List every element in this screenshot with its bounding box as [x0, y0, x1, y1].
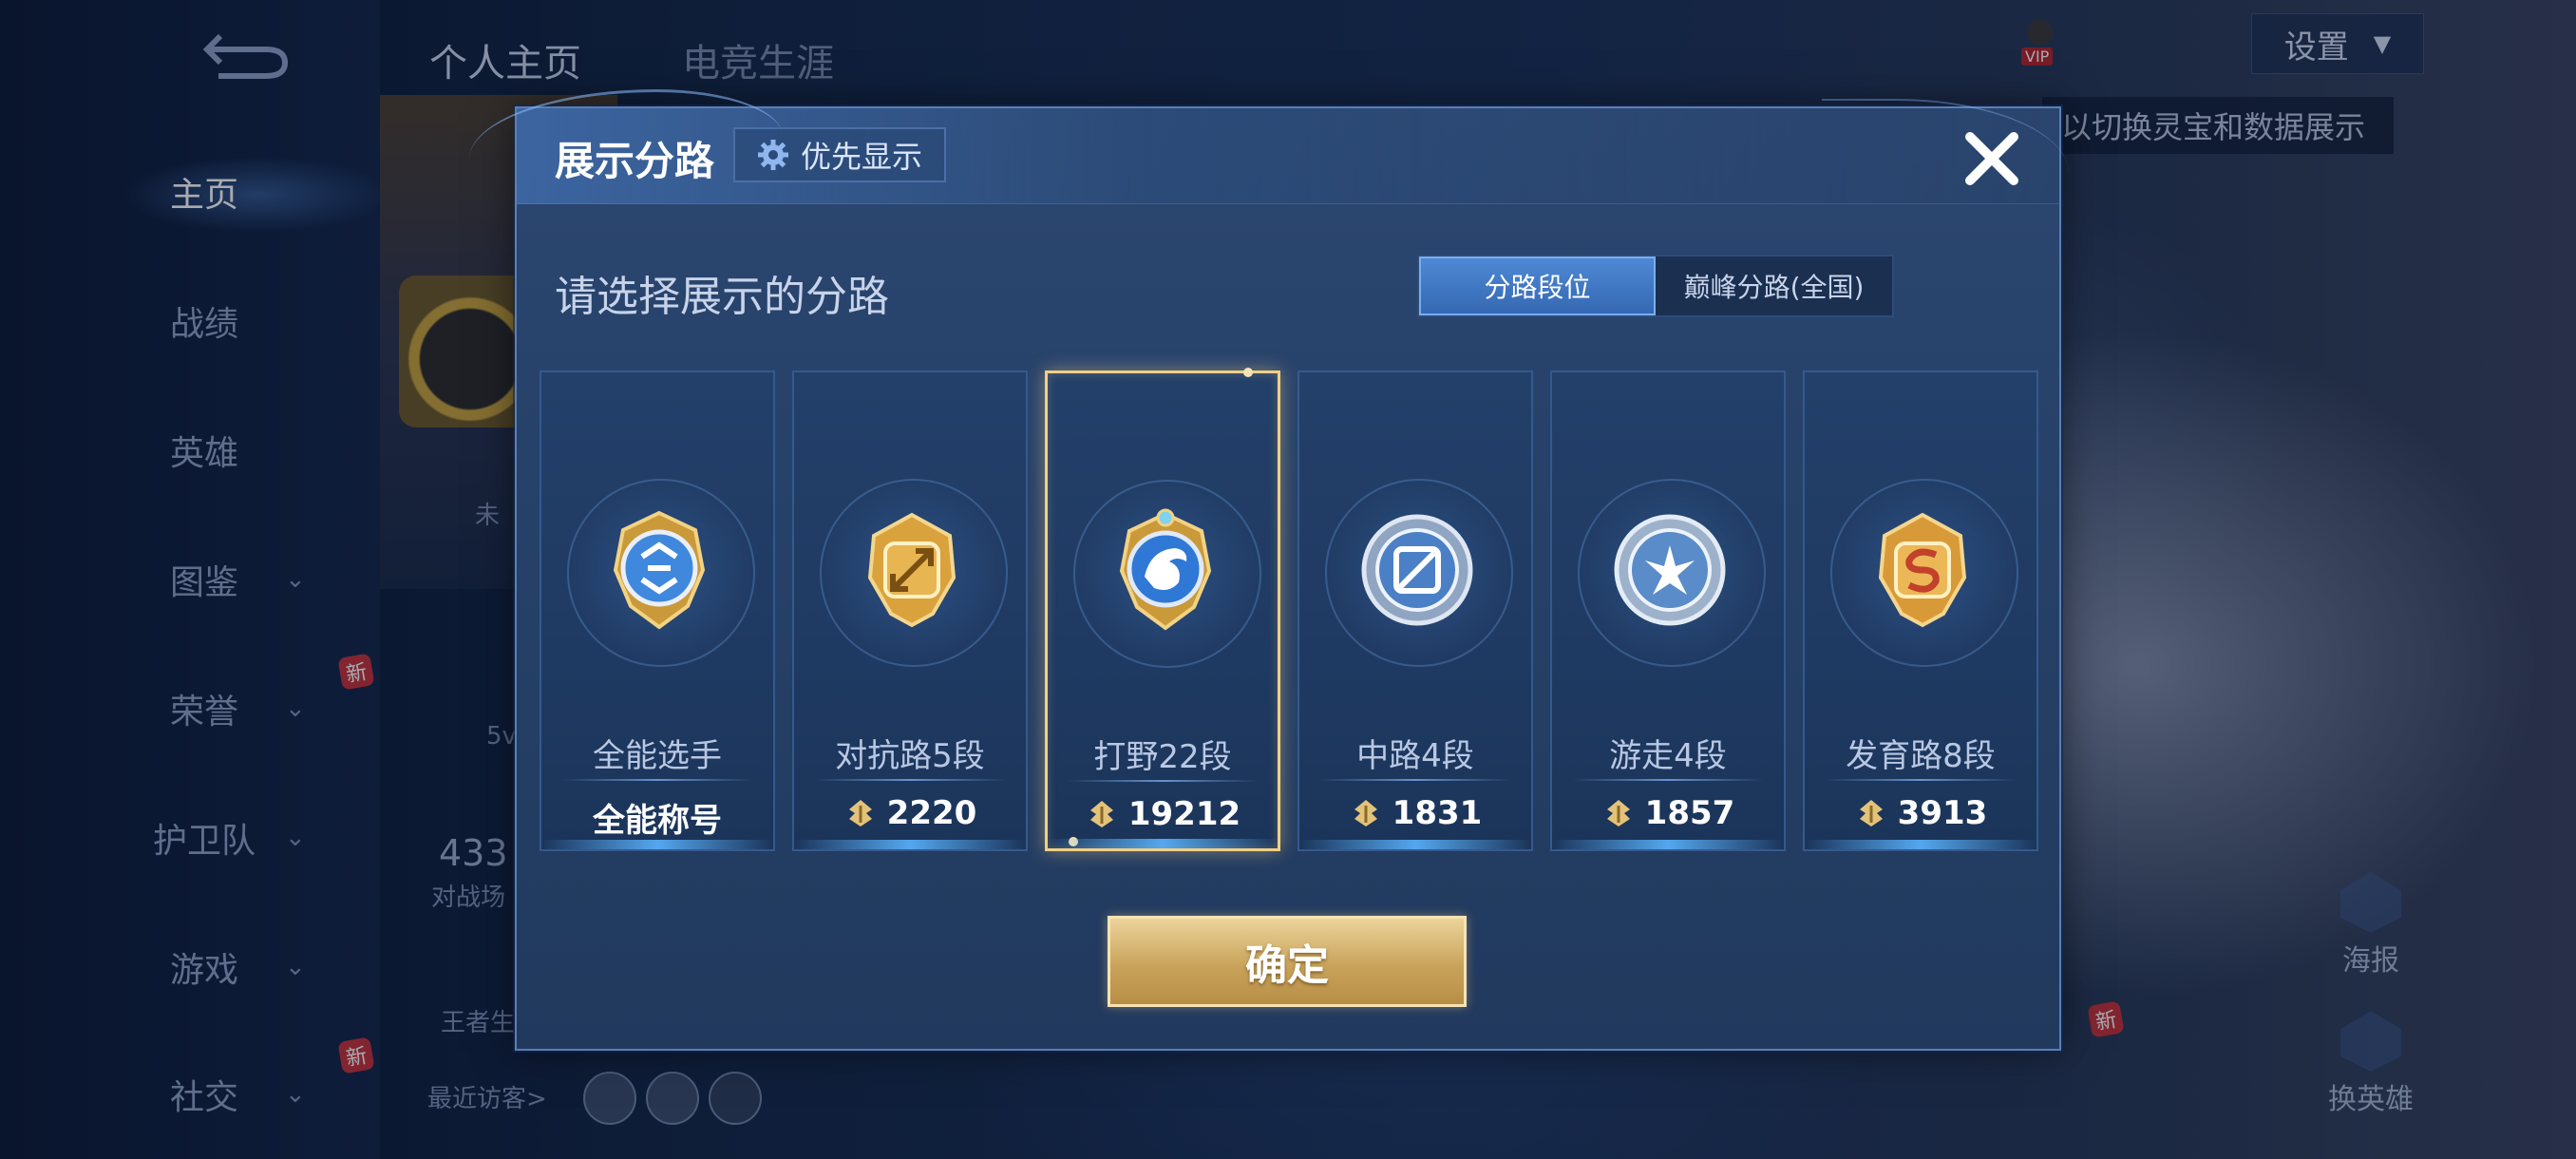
- lane-score: 3913: [1805, 794, 2036, 832]
- card-bottom-glow: [1048, 839, 1278, 848]
- farm-lane-emblem-icon: [1878, 512, 1967, 628]
- lane-score-value: 1831: [1392, 794, 1483, 832]
- lane-score-value: 19212: [1127, 795, 1241, 833]
- confirm-button[interactable]: 确定: [1108, 916, 1467, 1007]
- lane-name: 游走4段: [1609, 737, 1727, 775]
- toggle-lane-rank[interactable]: 分路段位: [1419, 256, 1656, 315]
- clash-lane-emblem-icon: [867, 512, 957, 628]
- card-divider: [1318, 779, 1512, 781]
- lane-score: 2220: [794, 794, 1026, 832]
- lane-title-value: 全能称号: [593, 802, 722, 840]
- lane-cards: 全能选手 全能称号 对抗路5段 2220 打野22段 19212 中路4段 18…: [540, 368, 2040, 851]
- lane-card-allround[interactable]: 全能选手 全能称号: [540, 370, 775, 851]
- lane-name: 对抗路5段: [835, 737, 985, 775]
- lane-name: 中路4段: [1356, 737, 1474, 775]
- lane-card-roam[interactable]: 游走4段 1857: [1550, 370, 1786, 851]
- lane-name: 发育路8段: [1846, 737, 1996, 775]
- mid-lane-emblem-icon: [1361, 514, 1473, 626]
- priority-display-button[interactable]: 优先显示: [733, 127, 946, 182]
- lane-score: 19212: [1048, 795, 1278, 833]
- close-button[interactable]: [1959, 125, 2025, 192]
- lane-name: 打野22段: [1093, 738, 1232, 776]
- close-icon: [1965, 132, 2018, 185]
- rank-type-toggle: 分路段位 巅峰分路(全国): [1417, 255, 1894, 317]
- lane-card-mid[interactable]: 中路4段 1831: [1297, 370, 1533, 851]
- lane-score: 全能称号: [541, 794, 773, 841]
- lane-card-farm[interactable]: 发育路8段 3913: [1803, 370, 2038, 851]
- peak-points-icon: [848, 800, 872, 826]
- card-bottom-glow: [541, 840, 773, 849]
- priority-label: 优先显示: [800, 139, 922, 175]
- lane-score-value: 3913: [1897, 794, 1988, 832]
- card-bottom-glow: [1552, 840, 1784, 849]
- gear-icon: [757, 140, 788, 170]
- lane-score-value: 2220: [886, 794, 977, 832]
- jungle-emblem-icon: [1119, 508, 1212, 631]
- roam-emblem-icon: [1614, 514, 1726, 626]
- card-bottom-glow: [794, 840, 1026, 849]
- card-divider: [1571, 779, 1765, 781]
- dialog-title: 展示分路: [555, 138, 715, 184]
- dialog-subtitle: 请选择展示的分路: [555, 273, 889, 321]
- peak-points-icon: [1606, 800, 1630, 826]
- lane-card-clash[interactable]: 对抗路5段 2220: [792, 370, 1028, 851]
- card-bottom-glow: [1299, 840, 1531, 849]
- card-divider: [560, 779, 754, 781]
- card-divider: [1067, 780, 1259, 782]
- peak-points-icon: [1089, 801, 1113, 827]
- lane-score: 1857: [1552, 794, 1784, 832]
- card-divider: [1824, 779, 2017, 781]
- card-divider: [813, 779, 1007, 781]
- toggle-peak-lane-national[interactable]: 巅峰分路(全国): [1656, 256, 1892, 315]
- lane-card-jungle[interactable]: 打野22段 19212: [1045, 368, 1280, 851]
- peak-points-icon: [1859, 800, 1883, 826]
- lane-name: 全能选手: [593, 737, 722, 775]
- peak-points-icon: [1354, 800, 1377, 826]
- lane-score: 1831: [1299, 794, 1531, 832]
- lane-select-dialog: 展示分路 优先显示 请选择展示的分路 分路段位 巅峰分路(全国) 全能选手 全能…: [469, 89, 2069, 1051]
- selected-corner-dot: [1243, 368, 1253, 377]
- card-bottom-glow: [1805, 840, 2036, 849]
- lane-score-value: 1857: [1644, 794, 1735, 832]
- allround-emblem-icon: [613, 510, 706, 630]
